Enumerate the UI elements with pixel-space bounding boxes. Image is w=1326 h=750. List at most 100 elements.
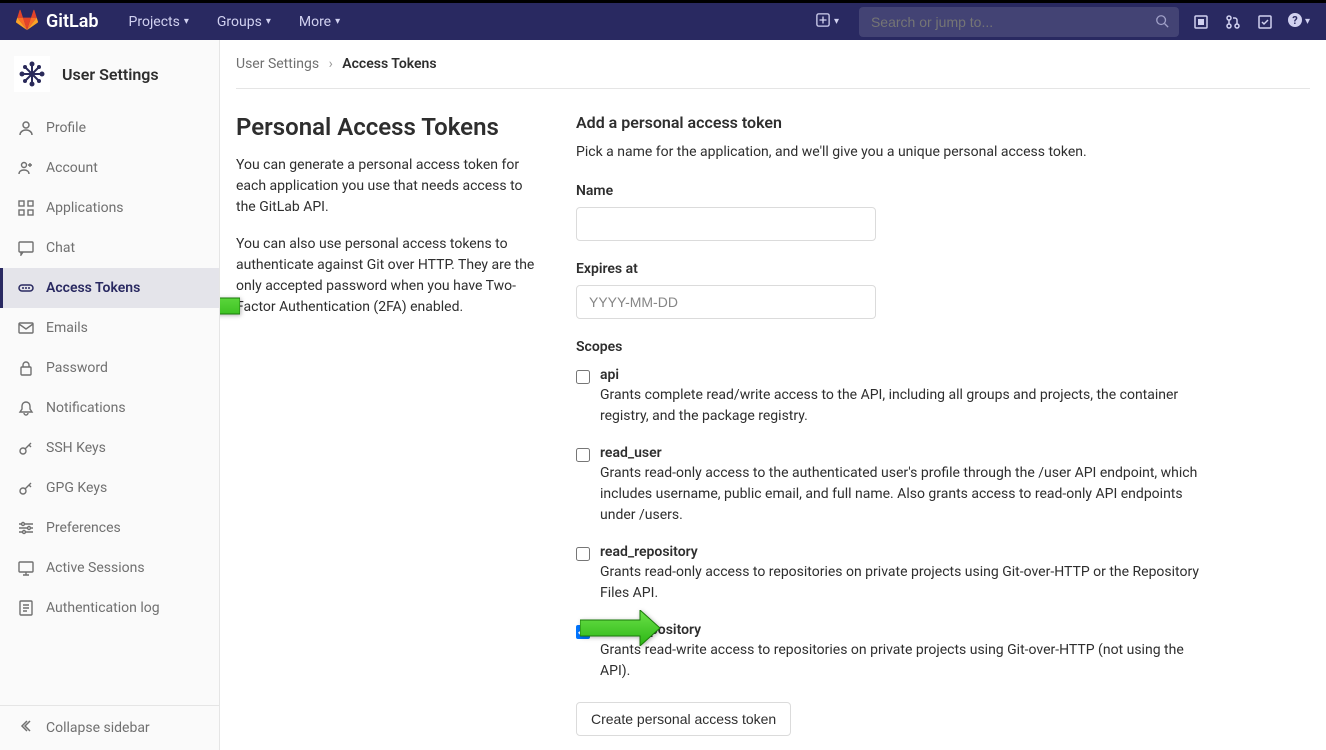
brand-text: GitLab [46, 11, 99, 32]
sidebar-item-label: Access Tokens [46, 280, 140, 296]
form-intro: Pick a name for the application, and we'… [576, 142, 1216, 163]
sidebar-title: User Settings [62, 65, 159, 84]
key-icon [18, 440, 34, 456]
sidebar-item-password[interactable]: Password [0, 348, 219, 388]
token-icon [18, 280, 34, 296]
topbar: GitLab Projects ▾ Groups ▾ More ▾ ▾ [0, 0, 1326, 40]
sidebar-item-label: Account [46, 160, 98, 176]
account-icon [18, 160, 34, 176]
sidebar: User Settings Profile Account Applications… [0, 40, 220, 750]
chat-icon [18, 240, 34, 256]
log-icon [18, 600, 34, 616]
scope-checkbox-read_user[interactable] [576, 448, 590, 462]
topbar-right: ▾ ? ▾ [808, 7, 1310, 37]
scope-checkbox-read_repository[interactable] [576, 547, 590, 561]
scope-name: read_repository [600, 544, 1216, 560]
sidebar-item-access-tokens[interactable]: Access Tokens [0, 268, 219, 308]
sidebar-item-profile[interactable]: Profile [0, 108, 219, 148]
merge-requests-icon[interactable] [1223, 12, 1243, 32]
annotation-arrow-2 [580, 610, 660, 650]
chevron-down-icon: ▾ [335, 16, 340, 27]
sidebar-item-applications[interactable]: Applications [0, 188, 219, 228]
name-label: Name [576, 183, 1216, 199]
sidebar-item-label: Emails [46, 320, 88, 336]
scope-api: apiGrants complete read/write access to … [576, 367, 1216, 427]
plus-icon [816, 13, 830, 31]
sidebar-item-notifications[interactable]: Notifications [0, 388, 219, 428]
page-title: Personal Access Tokens [236, 113, 536, 141]
sidebar-header: User Settings [0, 40, 219, 108]
sidebar-item-label: Preferences [46, 520, 121, 536]
help-icon: ? [1287, 12, 1303, 32]
nav-groups[interactable]: Groups ▾ [207, 8, 281, 36]
breadcrumb-current: Access Tokens [342, 56, 436, 72]
sidebar-item-emails[interactable]: Emails [0, 308, 219, 348]
page-desc-2: You can also use personal access tokens … [236, 234, 536, 318]
expires-input[interactable] [576, 285, 876, 319]
search-icon [1155, 14, 1169, 32]
collapse-label: Collapse sidebar [46, 720, 150, 736]
search-wrap [859, 7, 1179, 37]
chevron-down-icon: ▾ [1305, 16, 1310, 27]
sidebar-item-label: GPG Keys [46, 480, 107, 496]
annotation-arrow-1 [220, 288, 240, 328]
sidebar-item-authentication-log[interactable]: Authentication log [0, 588, 219, 628]
chevron-down-icon: ▾ [266, 16, 271, 27]
notifications-icon [18, 400, 34, 416]
main-content: User Settings › Access Tokens Personal A… [220, 40, 1326, 750]
breadcrumb-root[interactable]: User Settings [236, 56, 319, 72]
help-menu[interactable]: ? ▾ [1287, 12, 1310, 32]
scope-read_user: read_userGrants read-only access to the … [576, 445, 1216, 526]
name-input[interactable] [576, 207, 876, 241]
token-form: Add a personal access token Pick a name … [576, 113, 1216, 736]
page-desc-1: You can generate a personal access token… [236, 155, 536, 218]
sidebar-item-label: Notifications [46, 400, 126, 416]
sidebar-item-account[interactable]: Account [0, 148, 219, 188]
sessions-icon [18, 560, 34, 576]
page-description: Personal Access Tokens You can generate … [236, 113, 536, 736]
scope-checkbox-api[interactable] [576, 370, 590, 384]
scope-name: write_repository [600, 622, 1216, 638]
new-menu-button[interactable]: ▾ [808, 9, 847, 35]
sidebar-item-label: Profile [46, 120, 86, 136]
profile-icon [18, 120, 34, 136]
search-input[interactable] [859, 7, 1179, 37]
scopes-list: apiGrants complete read/write access to … [576, 367, 1216, 682]
chevron-down-icon: ▾ [184, 16, 189, 27]
issues-icon[interactable] [1191, 12, 1211, 32]
topbar-left: GitLab Projects ▾ Groups ▾ More ▾ [16, 8, 350, 36]
scope-write_repository: write_repository Grants read-write access… [576, 622, 1216, 682]
avatar-icon [14, 56, 50, 92]
preferences-icon [18, 520, 34, 536]
sidebar-item-active-sessions[interactable]: Active Sessions [0, 548, 219, 588]
scope-desc: Grants read-only access to repositories … [600, 562, 1216, 604]
emails-icon [18, 320, 34, 336]
password-icon [18, 360, 34, 376]
collapse-sidebar[interactable]: Collapse sidebar [0, 705, 219, 750]
sidebar-item-label: SSH Keys [46, 440, 106, 456]
breadcrumb: User Settings › Access Tokens [236, 40, 1310, 89]
todos-icon[interactable] [1255, 12, 1275, 32]
collapse-icon [18, 718, 34, 738]
gitlab-logo-icon [16, 9, 38, 35]
nav-more[interactable]: More ▾ [289, 8, 350, 36]
nav-projects[interactable]: Projects ▾ [119, 8, 199, 36]
sidebar-item-ssh-keys[interactable]: SSH Keys [0, 428, 219, 468]
sidebar-item-preferences[interactable]: Preferences [0, 508, 219, 548]
sidebar-item-chat[interactable]: Chat [0, 228, 219, 268]
breadcrumb-separator: › [329, 56, 333, 72]
sidebar-item-gpg-keys[interactable]: GPG Keys [0, 468, 219, 508]
scope-desc: Grants read-write access to repositories… [600, 640, 1216, 682]
sidebar-item-label: Applications [46, 200, 124, 216]
sidebar-item-label: Password [46, 360, 108, 376]
logo[interactable]: GitLab [16, 9, 99, 35]
scope-desc: Grants complete read/write access to the… [600, 385, 1216, 427]
sidebar-item-label: Authentication log [46, 600, 160, 616]
scope-read_repository: read_repository Grants read-only access t… [576, 544, 1216, 604]
create-token-button[interactable]: Create personal access token [576, 702, 791, 736]
chevron-down-icon: ▾ [834, 16, 839, 27]
applications-icon [18, 200, 34, 216]
scope-name: read_user [600, 445, 1216, 461]
sidebar-item-label: Chat [46, 240, 75, 256]
scopes-label: Scopes [576, 339, 1216, 355]
